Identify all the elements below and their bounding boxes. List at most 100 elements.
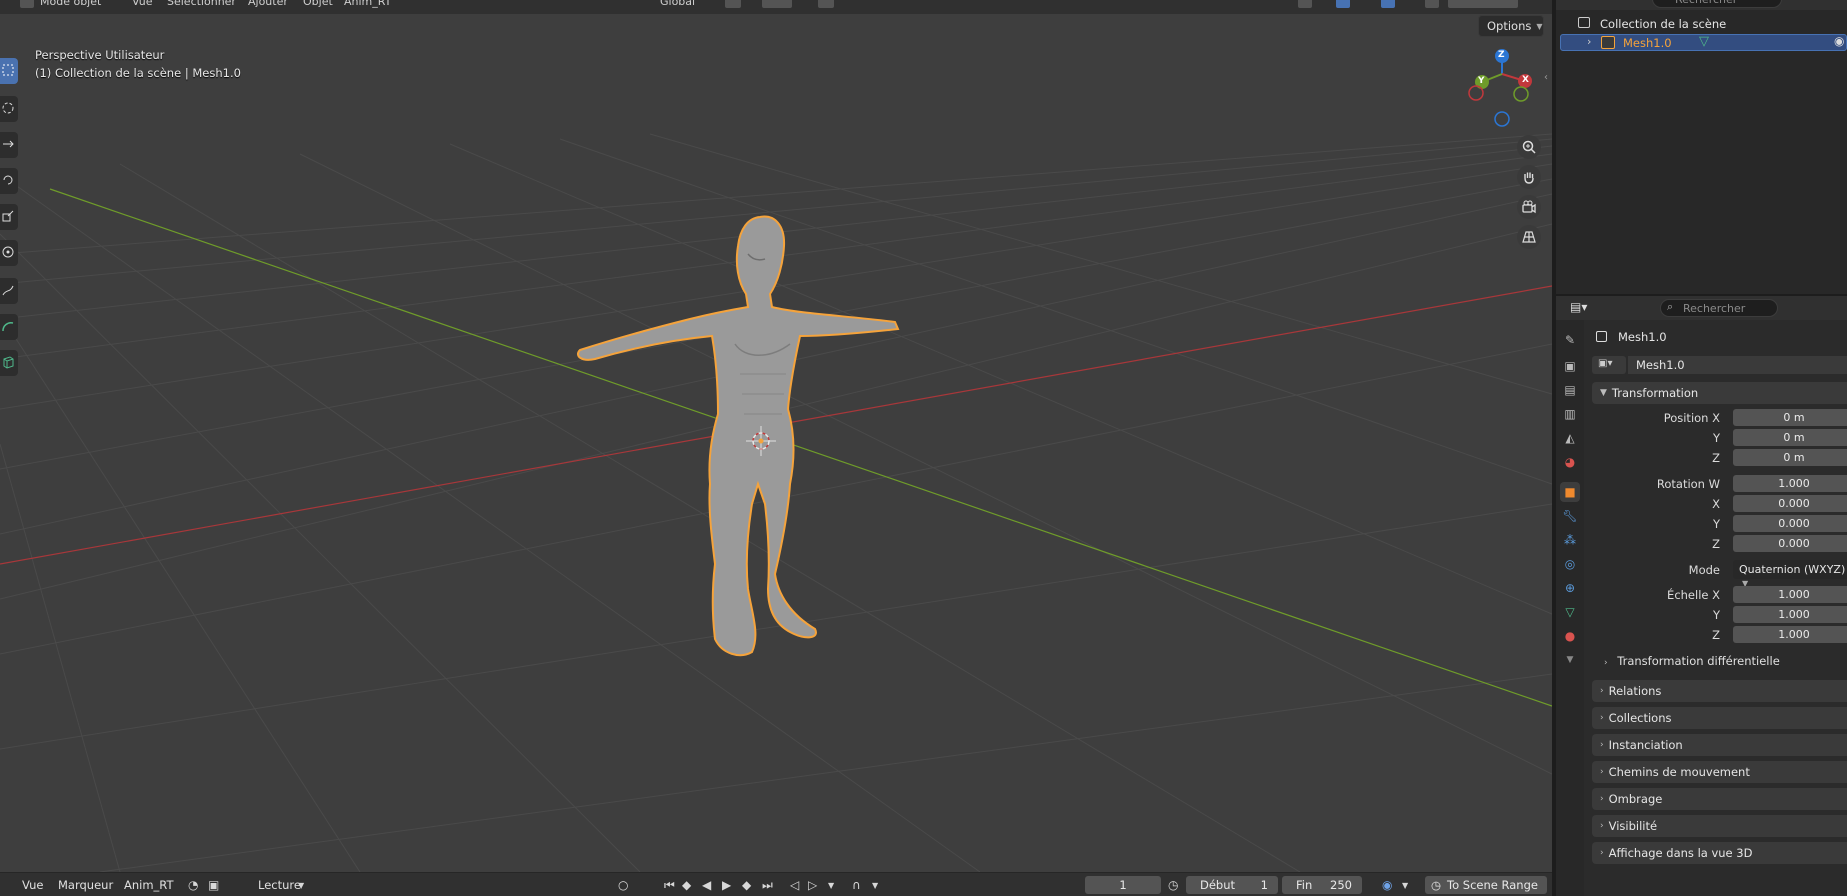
camera-icon[interactable] [1517,195,1541,219]
physics-tab-icon[interactable]: ◎ [1560,554,1580,574]
visibility-panel-header[interactable]: › Visibilité [1592,815,1847,837]
transform-tool[interactable] [0,240,18,266]
render-tab-icon[interactable]: ▣ [1560,356,1580,376]
mode-icon[interactable] [20,0,34,8]
properties-search-input[interactable]: Rechercher [1660,299,1778,317]
outliner-row-object[interactable]: › Mesh1.0 ▽ ◉ [1560,34,1847,51]
step-forward-icon[interactable]: ▷ [808,878,817,892]
scene-tab-icon[interactable]: ◭ [1560,428,1580,448]
play-icon[interactable]: ▶ [722,878,731,892]
timeline-menu-view[interactable]: Vue [22,878,43,892]
scale-tool[interactable] [0,204,18,230]
shading-panel-header[interactable]: › Ombrage [1592,788,1847,810]
object-tab-icon[interactable]: ■ [1560,482,1580,502]
pan-hand-icon[interactable] [1517,165,1541,189]
output-tab-icon[interactable]: ▤ [1560,380,1580,400]
eye-icon[interactable]: ◉ [1834,34,1844,48]
timeline-menu-anim-rt[interactable]: Anim_RT [124,878,173,892]
tool-tab-icon[interactable]: ✎ [1560,330,1580,350]
mesh-body[interactable] [577,215,900,657]
shading-modes[interactable] [1448,0,1518,8]
mode-dropdown[interactable]: Mode objet [40,0,101,8]
step-back-icon[interactable]: ◁ [790,878,799,892]
constraints-tab-icon[interactable]: ⊕ [1560,578,1580,598]
collections-panel-header[interactable]: › Collections [1592,707,1847,729]
visibility-icon[interactable] [1298,0,1312,8]
keyframe-type-icon[interactable]: ▣ [208,878,219,892]
transform-panel-header[interactable]: ▼ Transformation [1592,382,1847,404]
motion-paths-panel-header[interactable]: › Chemins de mouvement [1592,761,1847,783]
position-y-field[interactable]: 0 m [1733,429,1847,446]
start-frame-field[interactable]: Début 1 [1186,876,1278,894]
measure-tool[interactable] [0,314,18,340]
jump-start-icon[interactable]: ⏮ [664,878,675,893]
annotate-tool[interactable] [0,278,18,304]
perspective-grid-icon[interactable] [1517,225,1541,249]
orientation-dropdown[interactable]: Global [660,0,695,8]
world-tab-icon[interactable]: ◕ [1560,452,1580,472]
move-tool[interactable] [0,132,18,158]
position-z-field[interactable]: 0 m [1733,449,1847,466]
auto-keying-icon[interactable]: ∩ [852,878,861,892]
play-reverse-icon[interactable]: ◀ [702,878,711,892]
object-datablock-type[interactable]: ▣▾ [1592,356,1626,374]
menu-object[interactable]: Objet [303,0,333,8]
menu-anim-rt[interactable]: Anim_RT [344,0,391,8]
rotation-x-field[interactable]: 0.000 [1733,495,1847,512]
mesh-character[interactable] [577,215,900,657]
rotation-w-field[interactable]: 1.000 [1733,475,1847,492]
scale-x-field[interactable]: 1.000 [1733,586,1847,603]
delta-transform-subpanel[interactable]: › Transformation différentielle [1604,654,1780,668]
viewport-display-panel-header[interactable]: › Affichage dans la vue 3D [1592,842,1847,864]
prev-keyframe-icon[interactable]: ◆ [682,878,691,892]
scale-z-field[interactable]: 1.000 [1733,626,1847,643]
position-x-field[interactable]: 0 m [1733,409,1847,426]
timeline-menu-marker[interactable]: Marqueur [58,878,113,892]
menu-select[interactable]: Sélectionner [167,0,236,8]
jump-end-icon[interactable]: ⏭ [762,878,773,893]
editor-type-icon[interactable]: ▤▾ [1570,300,1587,314]
instancing-panel-header[interactable]: › Instanciation [1592,734,1847,756]
sync-icon[interactable]: ◉ [1382,878,1392,892]
object-name-field[interactable]: Mesh1.0 [1628,356,1847,374]
stopwatch-icon[interactable]: ◷ [1168,878,1178,892]
current-frame-field[interactable]: 1 [1085,876,1161,894]
scale-y-field[interactable]: 1.000 [1733,606,1847,623]
expand-arrow-icon[interactable]: › [1587,35,1591,48]
snap-icon[interactable] [762,0,792,8]
menu-view[interactable]: Vue [132,0,153,8]
end-frame-field[interactable]: Fin 250 [1282,876,1362,894]
playback-dropdown[interactable]: Lecture [258,878,301,892]
zoom-icon[interactable] [1517,135,1541,159]
select-box-tool[interactable] [0,58,18,84]
rotation-y-field[interactable]: 0.000 [1733,515,1847,532]
rotation-z-field[interactable]: 0.000 [1733,535,1847,552]
data-tab-icon[interactable]: ▽ [1560,602,1580,622]
rotation-mode-dropdown[interactable]: Quaternion (WXYZ) ▼ [1733,560,1847,588]
scene-range-button[interactable]: ◷ To Scene Range [1425,876,1547,894]
add-cube-tool[interactable] [0,350,18,376]
chevron-down-icon[interactable]: ▼ [1560,650,1580,670]
xray-icon[interactable] [1425,0,1439,8]
relations-panel-header[interactable]: › Relations [1592,680,1847,702]
sidebar-toggle-icon[interactable]: ‹ [1544,72,1552,92]
view-layer-tab-icon[interactable]: ▥ [1560,404,1580,424]
cursor-tool[interactable] [0,96,18,122]
keying-icon[interactable]: ◔ [188,878,198,892]
rotate-tool[interactable] [0,168,18,194]
material-tab-icon[interactable]: ● [1560,626,1580,646]
mesh-data-icon[interactable]: ▽ [1699,34,1709,49]
outliner-row-collection[interactable]: Collection de la scène [1556,14,1847,34]
proportional-icon[interactable] [818,0,834,8]
gizmo-toggle-icon[interactable] [1336,0,1350,8]
next-keyframe-icon[interactable]: ◆ [742,878,751,892]
navigation-gizmo[interactable] [1468,49,1532,127]
overlay-toggle-icon[interactable] [1381,0,1395,8]
modifier-tab-icon[interactable]: 🔧︎ [1560,506,1580,526]
menu-add[interactable]: Ajouter [248,0,288,8]
outliner-search-input[interactable]: Rechercher [1652,0,1782,8]
options-button[interactable]: Options ▼ [1478,15,1544,37]
record-icon[interactable]: ○ [618,878,628,892]
particles-tab-icon[interactable]: ⁂ [1560,530,1580,550]
pivot-icon[interactable] [725,0,741,8]
